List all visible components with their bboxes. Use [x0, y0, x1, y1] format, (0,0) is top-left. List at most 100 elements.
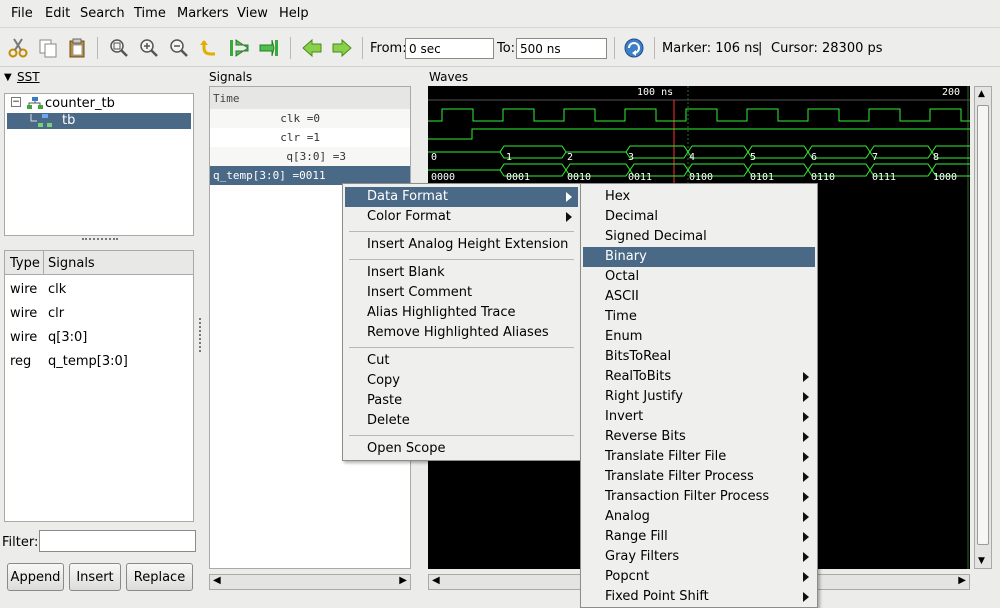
menu-help[interactable]: Help: [279, 6, 309, 21]
menu-item-color-format[interactable]: Color Format: [345, 207, 578, 227]
zoom-out-icon[interactable]: [166, 35, 192, 61]
insert-button[interactable]: Insert: [69, 563, 121, 591]
format-octal[interactable]: Octal: [583, 267, 815, 287]
reload-icon[interactable]: [621, 35, 647, 61]
column-signals[interactable]: Signals: [48, 256, 95, 271]
format-ascii[interactable]: ASCII: [583, 287, 815, 307]
context-menu: Data Format Color Format Insert Analog H…: [342, 183, 581, 461]
filter-input[interactable]: [39, 530, 196, 552]
submenu-arrow-icon: [566, 212, 572, 222]
menu-search[interactable]: Search: [80, 6, 125, 21]
row-signal-q-temp[interactable]: q_temp[3:0]: [48, 354, 128, 369]
format-enum[interactable]: Enum: [583, 327, 815, 347]
scroll-right-icon[interactable]: ▶: [399, 575, 407, 586]
paste-icon[interactable]: [64, 35, 90, 61]
format-bits-to-real[interactable]: BitsToReal: [583, 347, 815, 367]
format-invert[interactable]: Invert: [583, 407, 815, 427]
undo-zoom-icon[interactable]: [196, 35, 222, 61]
format-popcnt[interactable]: Popcnt: [583, 567, 815, 587]
format-translate-filter-file[interactable]: Translate Filter File: [583, 447, 815, 467]
format-translate-filter-process[interactable]: Translate Filter Process: [583, 467, 815, 487]
arrow-left-icon[interactable]: [299, 35, 325, 61]
scroll-left-icon[interactable]: ◀: [213, 575, 221, 586]
menu-markers[interactable]: Markers: [177, 6, 229, 21]
format-right-justify[interactable]: Right Justify: [583, 387, 815, 407]
format-range-fill[interactable]: Range Fill: [583, 527, 815, 547]
signals-hscrollbar[interactable]: ◀ ▶: [209, 574, 411, 590]
menu-view[interactable]: View: [237, 6, 268, 21]
signal-row-clr[interactable]: clr =1: [210, 128, 410, 147]
menu-item-label: Alias Highlighted Trace: [367, 305, 516, 320]
cut-icon[interactable]: [5, 35, 31, 61]
tree-item-counter-tb[interactable]: counter_tb: [45, 96, 115, 111]
format-binary[interactable]: Binary: [583, 247, 815, 267]
scroll-left-icon[interactable]: ◀: [432, 575, 440, 586]
menu-item-remove-aliases[interactable]: Remove Highlighted Aliases: [345, 323, 578, 343]
waves-vscrollbar[interactable]: ▲ ▼: [974, 86, 992, 569]
format-signed-decimal[interactable]: Signed Decimal: [583, 227, 815, 247]
format-real-to-bits[interactable]: RealToBits: [583, 367, 815, 387]
column-type[interactable]: Type: [10, 256, 40, 271]
arrow-right-icon[interactable]: [329, 35, 355, 61]
menu-item-insert-comment[interactable]: Insert Comment: [345, 283, 578, 303]
menu-time[interactable]: Time: [134, 6, 166, 21]
vscroll-thumb[interactable]: [977, 105, 989, 545]
menu-item-insert-analog-height[interactable]: Insert Analog Height Extension: [345, 235, 578, 255]
format-time[interactable]: Time: [583, 307, 815, 327]
replace-button[interactable]: Replace: [126, 563, 193, 591]
menu-item-data-format[interactable]: Data Format: [345, 187, 578, 207]
menu-item-alias-trace[interactable]: Alias Highlighted Trace: [345, 303, 578, 323]
row-signal-clk[interactable]: clk: [48, 282, 66, 297]
from-input[interactable]: [405, 38, 494, 59]
q-temp-value: 0111: [872, 172, 897, 183]
menu-item-copy[interactable]: Copy: [345, 371, 578, 391]
menu-item-label: Enum: [605, 329, 643, 344]
row-signal-clr[interactable]: clr: [48, 306, 64, 321]
collapse-triangle-icon[interactable]: ▼: [4, 72, 12, 83]
menu-edit[interactable]: Edit: [45, 6, 70, 21]
ruler-label-200: 200: [942, 87, 961, 98]
format-fixed-point-shift[interactable]: Fixed Point Shift: [583, 587, 815, 607]
submenu-arrow-icon: [566, 192, 572, 202]
submenu-arrow-icon: [803, 552, 809, 562]
menu-item-label: RealToBits: [605, 369, 672, 384]
cursor-readout: Cursor: 28300 ps: [771, 41, 883, 56]
format-reverse-bits[interactable]: Reverse Bits: [583, 427, 815, 447]
format-analog[interactable]: Analog: [583, 507, 815, 527]
append-button[interactable]: Append: [7, 563, 64, 591]
scroll-up-icon[interactable]: ▲: [978, 89, 985, 99]
q-temp-value: 1000: [933, 172, 958, 183]
tree-expander-icon[interactable]: −: [11, 97, 21, 107]
scroll-down-icon[interactable]: ▼: [978, 556, 985, 566]
row-signal-q[interactable]: q[3:0]: [48, 330, 87, 345]
menu-file[interactable]: File: [11, 6, 33, 21]
format-gray-filters[interactable]: Gray Filters: [583, 547, 815, 567]
signal-row-clk[interactable]: clk =0: [210, 109, 410, 128]
q-temp-value: 0101: [750, 172, 775, 183]
menu-item-insert-blank[interactable]: Insert Blank: [345, 263, 578, 283]
menu-item-label: Binary: [605, 249, 647, 264]
zoom-start-icon[interactable]: [226, 35, 252, 61]
zoom-in-icon[interactable]: [136, 35, 162, 61]
zoom-fit-icon[interactable]: [106, 35, 132, 61]
signal-row-q[interactable]: q[3:0] =3: [210, 147, 410, 166]
format-hex[interactable]: Hex: [583, 187, 815, 207]
q-temp-value: 0011: [628, 172, 653, 183]
submenu-arrow-icon: [803, 452, 809, 462]
module-icon: [30, 114, 52, 127]
menu-item-paste[interactable]: Paste: [345, 391, 578, 411]
menu-item-delete[interactable]: Delete: [345, 411, 578, 431]
tree-item-tb-row[interactable]: tb: [7, 113, 191, 129]
pane-splitter-handle[interactable]: [82, 238, 118, 242]
submenu-arrow-icon: [803, 472, 809, 482]
copy-icon[interactable]: [35, 35, 61, 61]
menu-item-cut[interactable]: Cut: [345, 351, 578, 371]
q-value: 3: [628, 152, 635, 163]
format-transaction-filter-process[interactable]: Transaction Filter Process: [583, 487, 815, 507]
vertical-splitter-handle[interactable]: [199, 318, 203, 352]
to-input[interactable]: [516, 38, 607, 59]
menu-item-open-scope[interactable]: Open Scope: [345, 439, 578, 459]
zoom-end-icon[interactable]: [256, 35, 282, 61]
scroll-right-icon[interactable]: ▶: [958, 575, 966, 586]
format-decimal[interactable]: Decimal: [583, 207, 815, 227]
